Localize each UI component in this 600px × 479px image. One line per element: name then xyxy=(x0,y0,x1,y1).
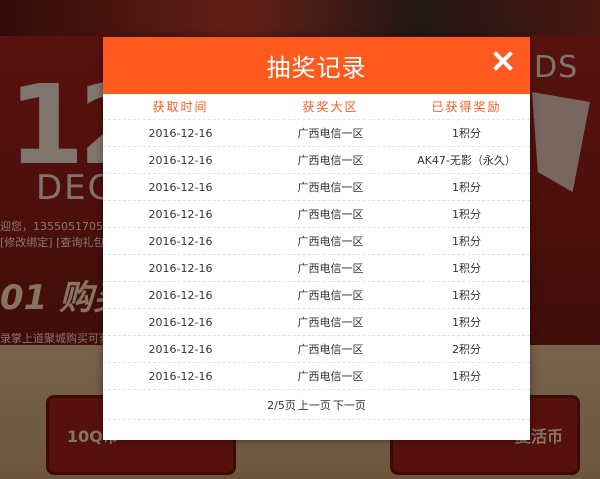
cell-reward: 1积分 xyxy=(452,289,481,302)
table-row: 2016-12-16 广西电信一区 1积分 xyxy=(103,120,530,147)
table-row: 2016-12-16 广西电信一区 1积分 xyxy=(103,255,530,282)
cell-time: 2016-12-16 xyxy=(148,207,213,221)
prev-page-link[interactable]: 上一页 xyxy=(298,397,331,413)
cell-reward: 1积分 xyxy=(452,181,481,194)
cell-time: 2016-12-16 xyxy=(148,342,213,356)
cell-reward: 1积分 xyxy=(452,208,481,221)
page-indicator: 2/5页 xyxy=(267,398,296,412)
cell-time: 2016-12-16 xyxy=(148,261,213,275)
cell-time: 2016-12-16 xyxy=(148,126,213,140)
cell-time: 2016-12-16 xyxy=(148,153,213,167)
modal-title: 抽奖记录 xyxy=(266,54,367,82)
table-row: 2016-12-16 广西电信一区 AK47-无影（永久） xyxy=(103,147,530,174)
cell-reward: 1积分 xyxy=(452,316,481,329)
cell-region: 广西电信一区 xyxy=(297,181,364,194)
column-header-time: 获取时间 xyxy=(152,100,209,114)
cell-region: 广西电信一区 xyxy=(297,235,364,248)
table-header: 获取时间 获奖大区 已获得奖励 xyxy=(103,94,530,120)
close-icon[interactable] xyxy=(492,50,514,72)
pagination: 2/5页 上一页 下一页 xyxy=(103,390,530,420)
table-row: 2016-12-16 广西电信一区 1积分 xyxy=(103,174,530,201)
cell-time: 2016-12-16 xyxy=(148,180,213,194)
column-header-reward: 已获得奖励 xyxy=(431,100,502,114)
cell-reward: 1积分 xyxy=(452,235,481,248)
cell-time: 2016-12-16 xyxy=(148,315,213,329)
table-row: 2016-12-16 广西电信一区 1积分 xyxy=(103,363,530,390)
cell-region: 广西电信一区 xyxy=(297,127,364,140)
cell-reward: 2积分 xyxy=(452,343,481,356)
cell-reward: 1积分 xyxy=(452,370,481,383)
cell-time: 2016-12-16 xyxy=(148,288,213,302)
cell-region: 广西电信一区 xyxy=(297,208,364,221)
table-row: 2016-12-16 广西电信一区 1积分 xyxy=(103,201,530,228)
lottery-record-modal: 抽奖记录 获取时间 获奖大区 已获得奖励 2016-12-16 广西电信一区 1… xyxy=(103,37,530,440)
modal-header: 抽奖记录 xyxy=(103,37,530,94)
table-row: 2016-12-16 广西电信一区 1积分 xyxy=(103,309,530,336)
table-row: 2016-12-16 广西电信一区 1积分 xyxy=(103,228,530,255)
column-header-region: 获奖大区 xyxy=(302,100,359,114)
cell-time: 2016-12-16 xyxy=(148,369,213,383)
next-page-link[interactable]: 下一页 xyxy=(333,397,366,413)
record-table: 获取时间 获奖大区 已获得奖励 2016-12-16 广西电信一区 1积分 20… xyxy=(103,94,530,420)
cell-region: 广西电信一区 xyxy=(297,343,364,356)
cell-region: 广西电信一区 xyxy=(297,262,364,275)
cell-region: 广西电信一区 xyxy=(297,289,364,302)
cell-region: 广西电信一区 xyxy=(297,316,364,329)
table-row: 2016-12-16 广西电信一区 2积分 xyxy=(103,336,530,363)
cell-time: 2016-12-16 xyxy=(148,234,213,248)
cell-reward: 1积分 xyxy=(452,127,481,140)
cell-region: 广西电信一区 xyxy=(297,154,364,167)
cell-region: 广西电信一区 xyxy=(297,370,364,383)
cell-reward: AK47-无影（永久） xyxy=(417,154,516,167)
cell-reward: 1积分 xyxy=(452,262,481,275)
table-row: 2016-12-16 广西电信一区 1积分 xyxy=(103,282,530,309)
